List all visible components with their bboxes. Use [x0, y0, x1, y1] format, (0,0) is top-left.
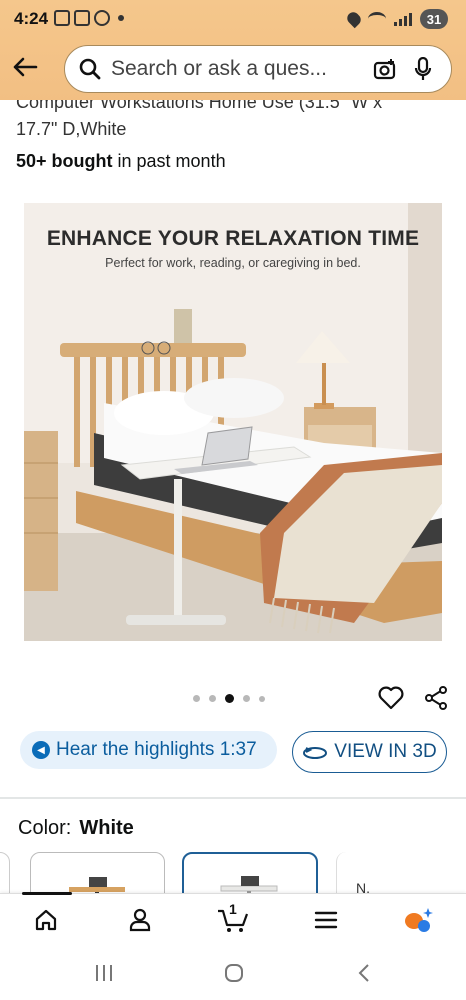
rufus-ai-icon	[405, 908, 433, 932]
account-icon	[129, 908, 151, 932]
bought-count-rest: in past month	[112, 151, 226, 171]
camera-icon	[373, 59, 396, 80]
search-bar[interactable]: Search or ask a ques...	[64, 45, 452, 93]
pagination-dot[interactable]	[259, 695, 265, 702]
image-headline: ENHANCE YOUR RELAXATION TIME	[46, 227, 420, 250]
section-divider	[0, 797, 466, 799]
nav-rufus[interactable]	[398, 904, 438, 936]
screenshot-notification-icon	[54, 10, 70, 26]
save-to-list-button[interactable]	[378, 686, 404, 710]
home-icon	[35, 909, 57, 931]
location-icon	[344, 9, 364, 29]
wifi-icon	[368, 12, 386, 26]
nav-account[interactable]	[120, 904, 160, 936]
home-circle-icon	[225, 964, 243, 982]
system-navigation-bar	[0, 945, 466, 1000]
color-value: White	[79, 817, 134, 839]
back-system-button[interactable]	[352, 963, 376, 983]
app-notification-icon	[94, 10, 110, 26]
cart-count: 1	[229, 901, 237, 917]
hear-highlights-label: Hear the highlights 1:37	[56, 739, 257, 760]
nav-menu[interactable]	[306, 904, 346, 936]
app-header: 4:24 31 Search or ask a ques...	[0, 0, 466, 100]
bought-count: 50+ bought in past month	[16, 151, 226, 172]
search-icon	[79, 58, 101, 80]
status-time: 4:24	[14, 9, 49, 28]
voice-search-button[interactable]	[409, 55, 437, 83]
menu-icon	[314, 911, 338, 929]
pagination-dot-active[interactable]	[225, 694, 234, 703]
bought-count-bold: 50+ bought	[16, 151, 113, 171]
camera-search-button[interactable]	[371, 55, 399, 83]
microphone-icon	[414, 57, 432, 80]
share-button[interactable]	[424, 686, 448, 710]
pagination-dot[interactable]	[209, 695, 216, 702]
audio-icon: ◀	[32, 741, 50, 759]
share-icon	[425, 686, 447, 710]
product-title-line[interactable]: 17.7" D,White	[16, 119, 126, 140]
product-image[interactable]: ENHANCE YOUR RELAXATION TIME Perfect for…	[24, 203, 442, 641]
system-status-icons: 31	[344, 9, 448, 29]
back-chevron-icon	[358, 964, 369, 982]
nav-home[interactable]	[26, 904, 66, 936]
recent-apps-icon	[96, 965, 112, 981]
qr-code-notification-icon	[74, 10, 90, 26]
view-in-3d-label: VIEW IN 3D	[334, 741, 437, 762]
pagination-dot[interactable]	[243, 695, 250, 702]
heart-icon	[378, 686, 404, 710]
image-subline: Perfect for work, reading, or caregiving…	[105, 256, 361, 270]
color-selector-label: Color: White	[18, 817, 134, 840]
back-arrow-icon	[13, 57, 38, 77]
recent-apps-button[interactable]	[92, 963, 116, 983]
more-notifications-dot-icon	[118, 15, 124, 21]
signal-icon	[394, 12, 412, 26]
image-pagination	[193, 694, 265, 703]
status-bar: 4:24 31	[0, 0, 466, 40]
hear-highlights-button[interactable]: ◀ Hear the highlights 1:37	[20, 731, 277, 769]
nav-cart[interactable]: 1	[213, 901, 253, 936]
home-system-button[interactable]	[222, 963, 246, 983]
battery-indicator: 31	[420, 9, 448, 29]
rotate-3d-icon	[303, 747, 328, 759]
pagination-dot[interactable]	[193, 695, 200, 702]
notification-icons	[54, 10, 124, 26]
bottom-navigation: 1	[0, 892, 466, 945]
search-input[interactable]: Search or ask a ques...	[111, 57, 361, 81]
color-label: Color:	[18, 817, 72, 839]
active-tab-indicator	[22, 892, 72, 895]
view-in-3d-button[interactable]: VIEW IN 3D	[292, 731, 447, 773]
back-button[interactable]	[10, 52, 40, 82]
